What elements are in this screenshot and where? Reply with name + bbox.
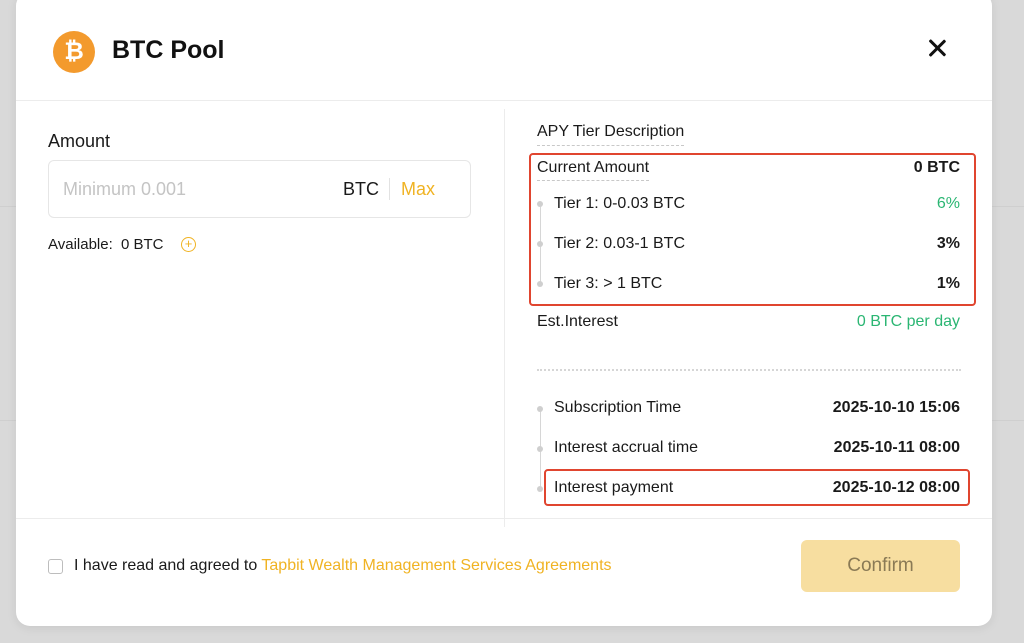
tier-1-rate: 6% [936,195,960,212]
subscription-time-value: 2025-10-10 15:06 [832,399,960,416]
tier-dot [537,281,543,287]
interest-accrual-label: Interest accrual time [554,439,699,456]
bitcoin-icon: ₿ [53,31,95,73]
amount-input[interactable] [63,173,313,205]
tier-3-rate: 1% [936,275,960,292]
apy-tier-title: APY Tier Description [537,123,685,146]
current-amount-label: Current Amount [537,159,650,181]
tier-3-label: Tier 3: > 1 BTC [554,275,663,292]
available-label: Available: [48,236,113,253]
interest-payment-label: Interest payment [554,479,674,496]
est-interest-value: 0 BTC per day [856,313,960,330]
interest-payment-value: 2025-10-12 08:00 [832,479,960,496]
agree-checkbox[interactable] [48,559,63,574]
agreement-link[interactable]: Tapbit Wealth Management Services Agreem… [261,557,611,574]
schedule-dot [537,446,543,452]
amount-unit: BTC [343,179,379,199]
available-unit: BTC [133,236,164,253]
available-value: 0 [120,236,130,253]
confirm-button[interactable]: Confirm [801,540,960,592]
close-icon[interactable] [924,36,950,62]
schedule-dot [537,486,543,492]
subscription-time-label: Subscription Time [554,399,682,416]
current-amount-value: 0 BTC [913,159,960,176]
tier-1-label: Tier 1: 0-0.03 BTC [554,195,686,212]
modal-title: BTC Pool [112,36,225,64]
tier-dot [537,241,543,247]
amount-field: BTC Max [48,160,471,218]
tier-dot [537,201,543,207]
max-button[interactable]: Max [401,179,435,200]
modal-header: ₿ BTC Pool [16,0,992,101]
column-divider [504,109,505,527]
section-divider [537,369,961,371]
add-funds-icon[interactable]: + [181,237,196,252]
interest-accrual-value: 2025-10-11 08:00 [833,439,960,456]
tier-2-label: Tier 2: 0.03-1 BTC [554,235,686,252]
schedule-dot [537,406,543,412]
agreement-text: I have read and agreed to Tapbit Wealth … [74,557,612,575]
est-interest-label: Est.Interest [537,313,618,330]
amount-label: Amount [48,131,111,151]
unit-separator [389,178,390,200]
available-balance: Available: 0 BTC [48,236,163,253]
tier-2-rate: 3% [936,235,960,252]
agree-prefix: I have read and agreed to [74,557,262,574]
